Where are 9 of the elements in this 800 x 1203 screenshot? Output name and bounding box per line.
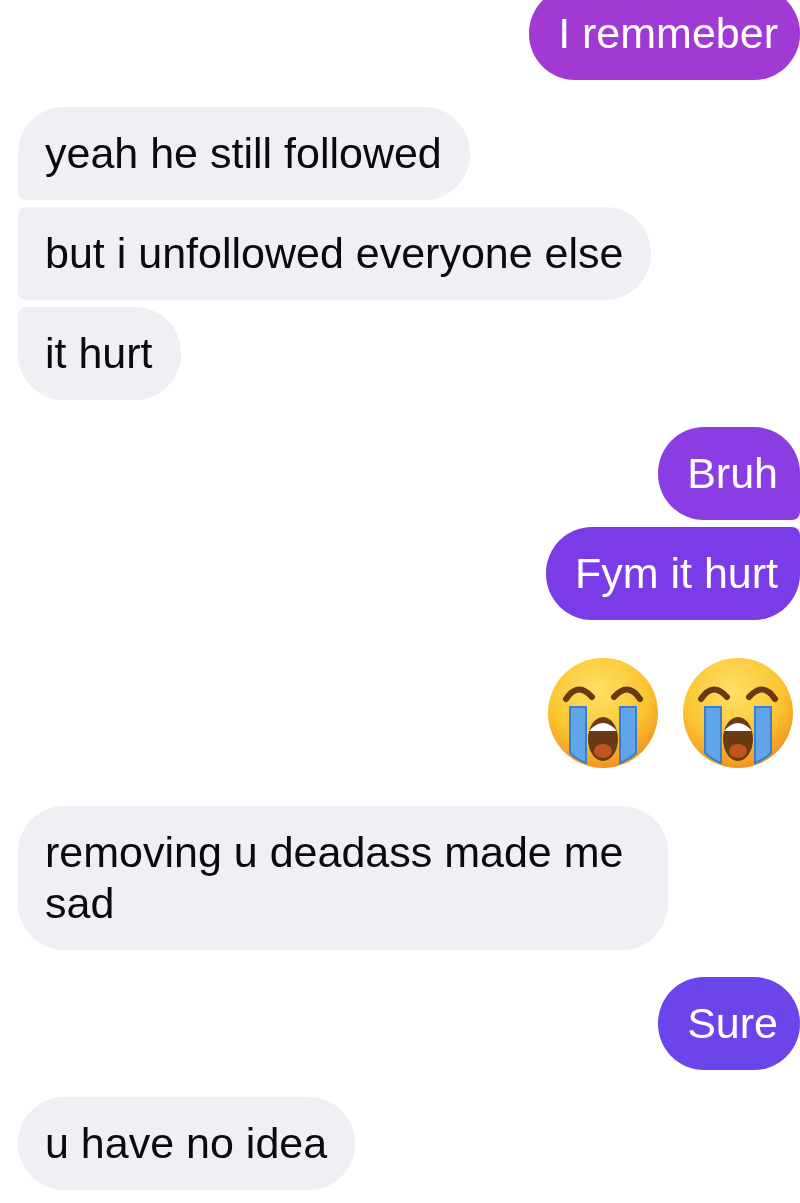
- message-bubble: removing u deadass made me sad: [18, 806, 668, 950]
- message-bubble: it hurt: [18, 307, 181, 400]
- message-bubble: but i unfollowed everyone else: [18, 207, 652, 300]
- message-bubble: u have no idea: [18, 1097, 356, 1190]
- message-bubble: Sure: [658, 977, 800, 1070]
- message-bubble: Fym it hurt: [545, 527, 800, 620]
- message-bubble: yeah he still followed: [18, 107, 470, 200]
- message-bubble: I remmeber: [529, 0, 800, 80]
- message-bubble: Bruh: [658, 427, 800, 520]
